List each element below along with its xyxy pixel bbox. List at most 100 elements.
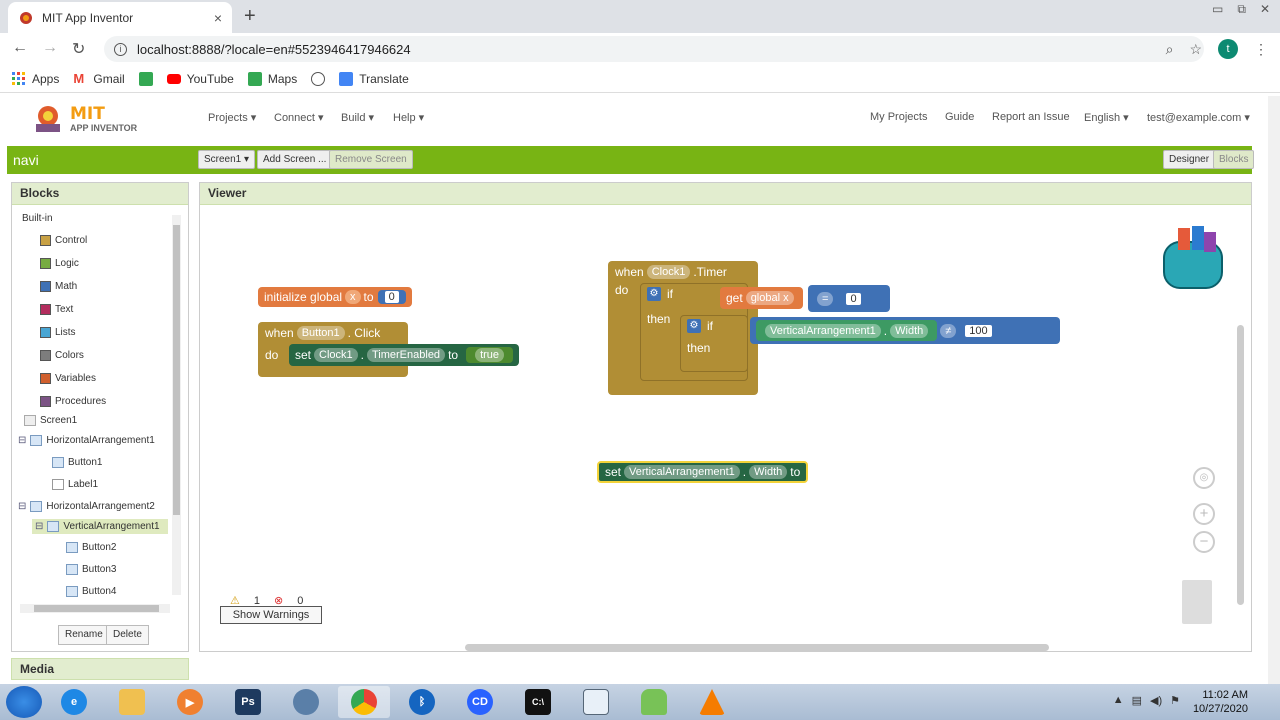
close-window-icon[interactable]: ✕ xyxy=(1260,2,1270,17)
zoom-in-icon[interactable]: + xyxy=(1193,503,1215,525)
tree-vertical-scrollbar[interactable] xyxy=(172,215,181,595)
builtin-math[interactable]: Math xyxy=(40,281,77,292)
true-block[interactable]: true xyxy=(466,347,514,363)
reload-icon[interactable]: ↻ xyxy=(72,39,85,59)
menu-account[interactable]: test@example.com ▾ xyxy=(1147,111,1250,124)
screen-select[interactable]: Screen1 ▾ xyxy=(198,150,256,169)
boolean-dropdown[interactable]: true xyxy=(475,348,505,362)
taskbar-app[interactable] xyxy=(280,686,332,718)
set-va1-width-block[interactable]: set VerticalArrangement1 . Width to xyxy=(597,461,809,483)
builtin-text[interactable]: Text xyxy=(40,304,73,315)
taskbar-photoshop[interactable]: Ps xyxy=(222,686,274,718)
tray-up-icon[interactable]: ▲ xyxy=(1113,694,1124,707)
address-bar[interactable]: i localhost:8888/?locale=en#552394641794… xyxy=(104,36,1204,62)
component-dropdown[interactable]: Clock1 xyxy=(646,265,691,279)
builtin-control[interactable]: Control xyxy=(40,235,87,246)
builtin-lists[interactable]: Lists xyxy=(40,327,76,338)
tree-button2[interactable]: Button2 xyxy=(66,542,116,553)
collapse-icon[interactable]: ⊟ xyxy=(18,501,26,512)
tree-builtin[interactable]: Built-in xyxy=(22,213,53,224)
zoom-icon[interactable]: ⌕ xyxy=(1166,41,1174,58)
property-dropdown[interactable]: TimerEnabled xyxy=(366,348,446,362)
component-dropdown[interactable]: Button1 xyxy=(296,326,345,340)
taskbar-vlc[interactable] xyxy=(686,686,738,718)
page-scrollbar[interactable] xyxy=(1268,96,1280,686)
var-dropdown[interactable]: global x xyxy=(745,291,794,305)
init-global-block[interactable]: initialize global x to 0 xyxy=(258,287,412,307)
collapse-icon[interactable]: ⊟ xyxy=(18,435,26,446)
builtin-procedures[interactable]: Procedures xyxy=(40,396,106,407)
network-icon[interactable]: ▤ xyxy=(1132,694,1142,707)
bookmark-globe[interactable] xyxy=(311,71,326,86)
tree-verticalarrangement1[interactable]: ⊟ VerticalArrangement1 xyxy=(32,519,168,534)
menu-guide[interactable]: Guide xyxy=(945,111,974,123)
taskbar-ie[interactable]: e xyxy=(48,686,100,718)
browser-tab[interactable]: MIT App Inventor × xyxy=(8,2,232,33)
taskbar-media[interactable]: ▶ xyxy=(164,686,216,718)
tree-screen1[interactable]: Screen1 xyxy=(24,415,77,426)
menu-language[interactable]: English ▾ xyxy=(1084,111,1129,124)
bookmark-translate[interactable]: Translate xyxy=(339,71,409,86)
minimize-icon[interactable]: ▭ xyxy=(1212,2,1223,17)
taskbar-cd[interactable]: CD xyxy=(454,686,506,718)
bookmark-gmail[interactable]: M Gmail xyxy=(73,71,124,86)
builtin-logic[interactable]: Logic xyxy=(40,258,79,269)
star-icon[interactable]: ☆ xyxy=(1189,41,1202,58)
if-block-inner[interactable]: ⚙ if then xyxy=(680,315,748,372)
not-equal-compare-block[interactable]: VerticalArrangement1 . Width ≠ 100 xyxy=(750,317,1060,344)
bookmark-youtube[interactable]: YouTube xyxy=(166,72,234,86)
taskbar-cmd[interactable]: C:\ xyxy=(512,686,564,718)
number-block[interactable]: 0 xyxy=(377,290,406,304)
builtin-variables[interactable]: Variables xyxy=(40,373,96,384)
mit-logo[interactable]: MIT APP INVENTOR xyxy=(30,102,140,136)
workspace-vertical-scrollbar[interactable] xyxy=(1237,325,1244,605)
designer-button[interactable]: Designer xyxy=(1163,150,1216,169)
component-dropdown[interactable]: VerticalArrangement1 xyxy=(765,323,881,338)
menu-projects[interactable]: Projects ▾ xyxy=(208,111,256,124)
backpack-icon[interactable] xyxy=(1156,224,1230,292)
info-icon[interactable]: i xyxy=(114,42,127,56)
start-button[interactable] xyxy=(6,686,42,718)
var-name-field[interactable]: x xyxy=(345,290,361,304)
bookmark-maps[interactable]: Maps xyxy=(247,71,297,86)
taskbar-bluetooth[interactable]: ᛒ xyxy=(396,686,448,718)
collapse-icon[interactable]: ⊟ xyxy=(35,521,43,532)
gear-icon[interactable]: ⚙ xyxy=(687,319,701,333)
operator-dropdown[interactable]: ≠ xyxy=(940,323,957,338)
tree-horizontal-scrollbar[interactable] xyxy=(20,604,170,613)
menu-build[interactable]: Build ▾ xyxy=(341,111,374,124)
number-field[interactable]: 100 xyxy=(965,324,992,337)
forward-icon[interactable]: → xyxy=(42,39,58,57)
operator-dropdown[interactable]: = xyxy=(817,291,834,306)
add-screen-button[interactable]: Add Screen ... xyxy=(257,150,333,169)
trash-icon[interactable] xyxy=(1182,580,1212,624)
math-compare-block[interactable]: = 0 xyxy=(808,285,890,312)
taskbar-android[interactable] xyxy=(628,686,680,718)
bookmark-apps[interactable]: Apps xyxy=(12,71,59,86)
tree-button4[interactable]: Button4 xyxy=(66,586,116,597)
number-field[interactable]: 0 xyxy=(384,291,399,303)
taskbar-explorer[interactable] xyxy=(106,686,158,718)
remove-screen-button[interactable]: Remove Screen xyxy=(329,150,413,169)
flag-icon[interactable]: ⚑ xyxy=(1170,694,1180,707)
more-menu-icon[interactable]: ⋮ xyxy=(1254,41,1268,58)
set-clock1-timerenabled-block[interactable]: set Clock1 . TimerEnabled to true xyxy=(289,344,520,366)
rename-button[interactable]: Rename xyxy=(58,625,110,645)
profile-avatar[interactable]: t xyxy=(1218,39,1238,59)
tree-label1[interactable]: Label1 xyxy=(52,479,98,490)
recenter-icon[interactable]: ◎ xyxy=(1193,467,1215,489)
delete-button[interactable]: Delete xyxy=(106,625,149,645)
taskbar-chrome[interactable] xyxy=(338,686,390,718)
taskbar-clock[interactable]: 11:02 AM 10/27/2020 xyxy=(1193,688,1248,716)
compare-get-block[interactable]: get global x xyxy=(720,287,803,309)
tree-button1[interactable]: Button1 xyxy=(52,457,102,468)
bookmark-green[interactable] xyxy=(138,71,153,86)
volume-icon[interactable]: ◀) xyxy=(1150,694,1162,707)
property-dropdown[interactable]: Width xyxy=(890,323,929,338)
menu-my-projects[interactable]: My Projects xyxy=(870,111,927,123)
tab-close-icon[interactable]: × xyxy=(214,10,222,26)
new-tab-button[interactable]: + xyxy=(244,5,256,28)
zoom-out-icon[interactable]: − xyxy=(1193,531,1215,553)
gear-icon[interactable]: ⚙ xyxy=(647,287,661,301)
tree-horizontalarrangement2[interactable]: ⊟ HorizontalArrangement2 xyxy=(18,501,155,512)
